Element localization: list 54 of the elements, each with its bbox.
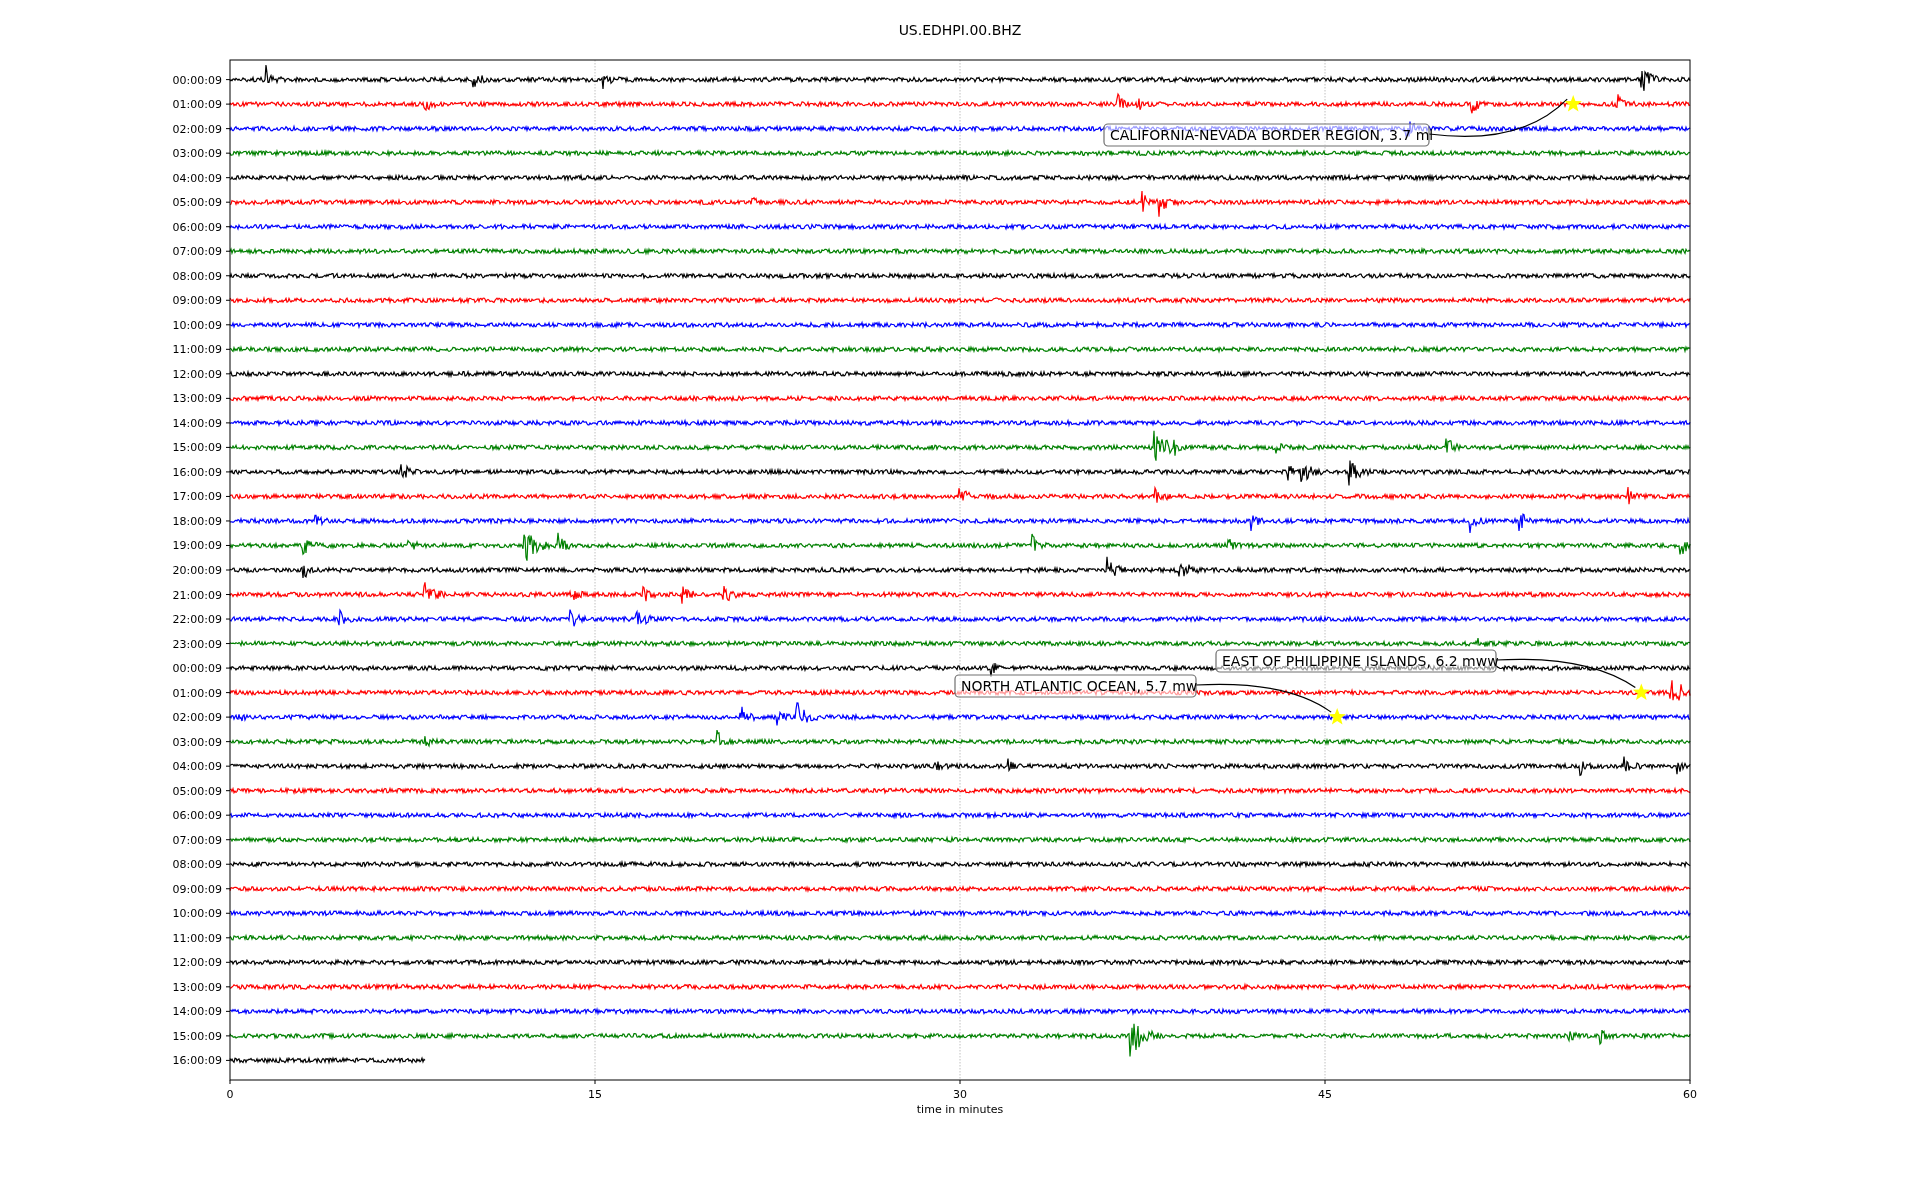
row-time-label: 05:00:09	[172, 784, 222, 798]
row-time-label: 01:00:09	[172, 686, 222, 700]
axis-tick-label: 15	[588, 1088, 602, 1101]
row-time-label: 05:00:09	[172, 196, 222, 210]
row-time-label: 19:00:09	[172, 539, 222, 553]
row-time-label: 04:00:09	[172, 171, 222, 185]
star-icon	[1564, 95, 1582, 112]
row-time-label: 01:00:09	[172, 98, 222, 112]
event-label: EAST OF PHILIPPINE ISLANDS, 6.2 mww	[1215, 649, 1499, 673]
row-time-label: 14:00:09	[172, 416, 222, 430]
row-time-label: 17:00:09	[172, 490, 222, 504]
row-time-label: 14:00:09	[172, 1005, 222, 1019]
axis-tick-label: 60	[1683, 1088, 1697, 1101]
row-time-label: 12:00:09	[172, 367, 222, 381]
row-time-label: 02:00:09	[172, 711, 222, 725]
axis-tick-label: 30	[953, 1088, 967, 1101]
row-time-label: 10:00:09	[172, 318, 222, 332]
row-time-label: 16:00:09	[172, 1054, 222, 1068]
row-time-label: 03:00:09	[172, 147, 222, 161]
row-time-label: 13:00:09	[172, 392, 222, 406]
row-time-label: 07:00:09	[172, 245, 222, 259]
star-icon	[1328, 708, 1346, 725]
row-time-label: 11:00:09	[172, 343, 222, 357]
row-time-label: 06:00:09	[172, 809, 222, 823]
row-time-label: 22:00:09	[172, 613, 222, 627]
row-time-label: 23:00:09	[172, 637, 222, 651]
row-time-label: 00:00:09	[172, 662, 222, 676]
row-time-label: 16:00:09	[172, 465, 222, 479]
row-time-label: 06:00:09	[172, 220, 222, 234]
row-time-label: 21:00:09	[172, 588, 222, 602]
event-label: NORTH ATLANTIC OCEAN, 5.7 mw	[954, 674, 1198, 698]
row-time-label: 02:00:09	[172, 122, 222, 136]
axis-label: time in minutes	[916, 1103, 1004, 1116]
row-time-label: 04:00:09	[172, 760, 222, 774]
row-time-label: 12:00:09	[172, 956, 222, 970]
row-time-label: 15:00:09	[172, 1029, 222, 1043]
plot-title: US.EDHPI.00.BHZ	[898, 22, 1022, 38]
row-time-label: 03:00:09	[172, 735, 222, 749]
row-time-label: 18:00:09	[172, 514, 222, 528]
row-time-label: 15:00:09	[172, 441, 222, 455]
row-time-label: 00:00:09	[172, 73, 222, 87]
axis-tick-label: 0	[226, 1088, 234, 1101]
row-time-label: 08:00:09	[172, 269, 222, 283]
row-time-label: 09:00:09	[172, 882, 222, 896]
row-time-label: 09:00:09	[172, 294, 222, 308]
row-time-label: 20:00:09	[172, 564, 222, 577]
row-time-label: 13:00:09	[172, 980, 222, 994]
row-time-label: 10:00:09	[172, 907, 222, 921]
row-time-label: 08:00:09	[172, 858, 222, 872]
star-icon	[1632, 683, 1650, 700]
event-label: CALIFORNIA-NEVADA BORDER REGION, 3.7 ml	[1103, 123, 1434, 147]
row-time-label: 11:00:09	[172, 931, 222, 945]
row-time-label: 07:00:09	[172, 833, 222, 847]
axis-tick-label: 45	[1318, 1088, 1332, 1101]
